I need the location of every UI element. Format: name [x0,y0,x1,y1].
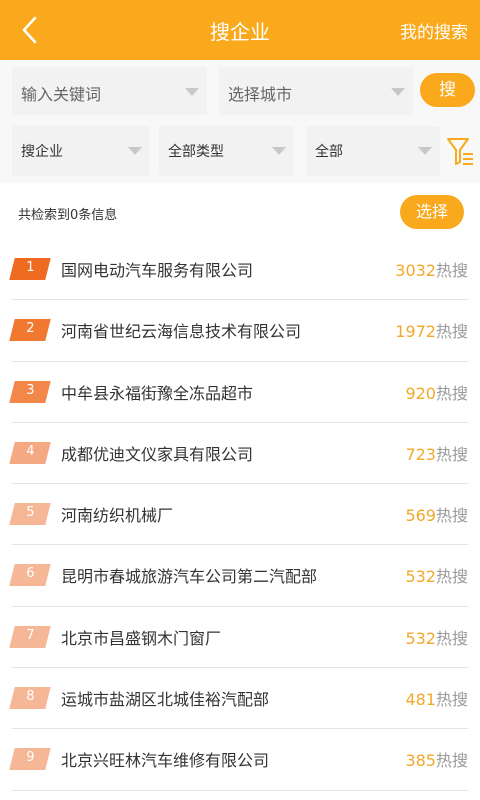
company-name[interactable]: 中牟县永福街豫全冻品超市 [61,380,253,404]
dropdown-arrow-icon [185,88,199,96]
rank-number: 9 [26,750,35,766]
result-summary-bar: 共检索到0条信息 选择 [0,183,480,239]
hot-count-number: 569 [405,506,436,526]
hot-count-suffix: 热搜 [435,751,468,771]
top-bar: 搜企业 我的搜索 [0,0,480,60]
hot-count-suffix: 热搜 [435,383,468,403]
hot-count-number: 532 [405,628,436,648]
list-item[interactable]: 1 国网电动汽车服务有限公司 3032热搜 [0,239,480,301]
rank-number: 6 [26,566,35,582]
keyword-input[interactable]: 输入关键词 [12,67,207,115]
scope-select-label: 全部 [315,144,343,160]
rank-number: 8 [26,689,35,705]
hot-count-number: 3032 [395,261,436,280]
rank-badge: 6 [9,564,51,587]
hot-count: 3032热搜 [395,257,468,281]
hot-count: 1972热搜 [395,318,468,342]
rank-badge: 7 [9,625,51,648]
company-name[interactable]: 北京兴旺林汽车维修有限公司 [61,747,269,771]
filter-panel: 输入关键词 选择城市 搜企业 全部类型 全部 [0,60,480,183]
hot-count: 920热搜 [405,380,468,404]
rank-number: 5 [26,505,35,521]
hot-count-number: 1972 [395,322,436,342]
dropdown-arrow-icon [272,147,286,155]
rank-badge: 3 [9,380,51,403]
category-select[interactable]: 全部类型 [159,126,294,176]
dropdown-arrow-icon [128,147,142,155]
rank-badge: 2 [9,319,51,342]
category-select-label: 全部类型 [168,144,224,160]
rank-number: 7 [26,627,35,643]
list-item[interactable]: 2 河南省世纪云海信息技术有限公司 1972热搜 [0,300,480,362]
list-item[interactable]: 9 北京兴旺林汽车维修有限公司 385热搜 [0,729,480,791]
list-item[interactable]: 4 成都优迪文仪家具有限公司 723热搜 [0,423,480,485]
company-name[interactable]: 北京市昌盛钢木门窗厂 [61,625,221,649]
hot-count-suffix: 热搜 [435,322,468,342]
search-button[interactable]: 搜 [420,73,475,107]
hot-count-number: 920 [405,383,436,403]
hot-count: 723热搜 [405,441,468,465]
list-item[interactable]: 5 河南纺织机械厂 569热搜 [0,484,480,546]
hot-count-suffix: 热搜 [435,261,468,280]
company-name[interactable]: 河南省世纪云海信息技术有限公司 [61,318,301,342]
filter-icon[interactable] [445,135,475,169]
company-name[interactable]: 运城市盐湖区北城佳裕汽配部 [61,686,269,710]
hot-count: 569热搜 [405,502,468,526]
hot-count-suffix: 热搜 [435,628,468,648]
list-item[interactable]: 7 北京市昌盛钢木门窗厂 532热搜 [0,607,480,669]
rank-badge: 5 [9,503,51,526]
hot-count: 532热搜 [405,563,468,587]
list-item[interactable]: 8 运城市盐湖区北城佳裕汽配部 481热搜 [0,668,480,730]
city-select[interactable]: 选择城市 [219,67,413,115]
scope-select[interactable]: 全部 [306,126,440,176]
company-name[interactable]: 国网电动汽车服务有限公司 [61,257,253,281]
rank-badge: 1 [9,258,51,280]
rank-number: 2 [26,321,35,337]
dropdown-arrow-icon [418,147,432,155]
city-select-label: 选择城市 [228,85,293,104]
result-count-text: 共检索到0条信息 [18,208,118,223]
company-name[interactable]: 河南纺织机械厂 [61,502,173,526]
company-name[interactable]: 成都优迪文仪家具有限公司 [61,441,253,465]
rank-number: 3 [26,382,35,398]
keyword-placeholder: 输入关键词 [21,85,102,104]
hot-search-list: 1 国网电动汽车服务有限公司 3032热搜 2 河南省世纪云海信息技术有限公司 1972热… [0,239,480,791]
hot-count-number: 385 [405,751,436,771]
hot-count-suffix: 热搜 [435,567,468,587]
rank-badge: 9 [9,748,51,771]
rank-number: 4 [26,443,35,459]
select-button[interactable]: 选择 [400,195,464,229]
row-divider [12,789,468,791]
type-select-label: 搜企业 [21,144,63,160]
dropdown-arrow-icon [391,88,405,96]
rank-number: 1 [26,260,35,275]
hot-count: 481热搜 [405,686,468,710]
my-search-link[interactable]: 我的搜索 [400,18,468,43]
rank-badge: 8 [9,687,51,710]
hot-count: 532热搜 [405,625,468,649]
hot-count-suffix: 热搜 [435,690,468,710]
hot-count-suffix: 热搜 [435,444,468,464]
list-item[interactable]: 6 昆明市春城旅游汽车公司第二汽配部 532热搜 [0,545,480,607]
type-select[interactable]: 搜企业 [12,126,150,176]
rank-badge: 4 [9,441,51,464]
hot-count: 385热搜 [405,747,468,771]
hot-count-suffix: 热搜 [435,506,468,526]
back-arrow-icon[interactable] [14,14,46,46]
company-name[interactable]: 昆明市春城旅游汽车公司第二汽配部 [61,563,317,587]
hot-count-number: 723 [405,444,436,464]
hot-count-number: 532 [405,567,436,587]
list-item[interactable]: 3 中牟县永福街豫全冻品超市 920热搜 [0,362,480,423]
hot-count-number: 481 [405,690,436,710]
